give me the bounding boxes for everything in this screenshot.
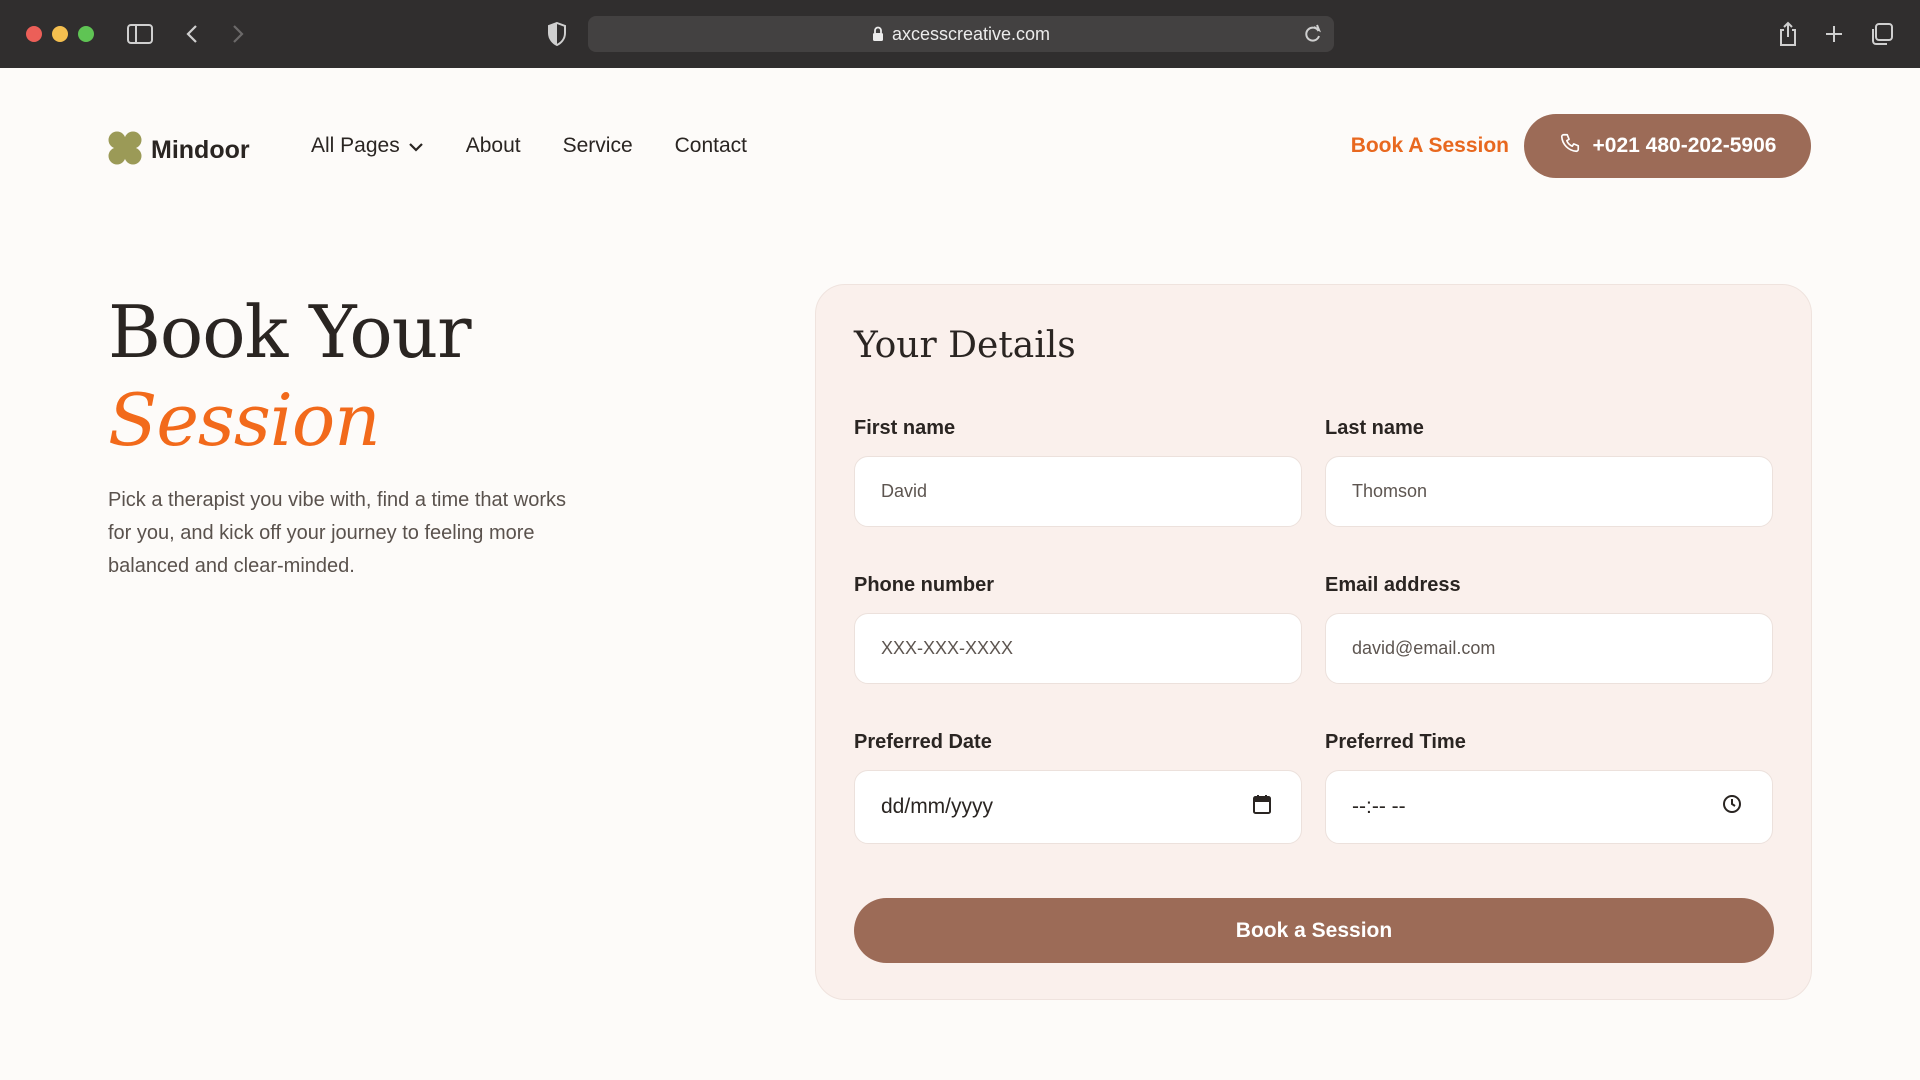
nav-item-about[interactable]: About [466,134,521,158]
form-title: Your Details [854,325,1076,366]
browser-toolbar: axcesscreative.com [0,0,1920,68]
calendar-icon[interactable] [1253,794,1271,820]
main-nav: All Pages About Service Contact [311,134,747,158]
nav-item-label: About [465,134,521,157]
email-field[interactable]: david@email.com [1325,613,1773,684]
nav-item-all-pages[interactable]: All Pages [311,134,424,158]
phone-button[interactable]: +021 480-202-5906 [1524,114,1811,178]
tab-overview-icon[interactable] [1868,20,1896,48]
email-label: Email address [1325,574,1461,596]
privacy-shield-icon[interactable] [543,20,571,48]
book-session-link[interactable]: Book A Session [1351,134,1509,158]
phone-number: +021 480-202-5906 [1592,134,1777,157]
last-name-field[interactable]: Thomson [1325,456,1773,527]
preferred-time-field[interactable]: --:-- -- [1325,770,1773,844]
last-name-label: Last name [1325,417,1424,439]
preferred-date-label: Preferred Date [854,731,992,753]
site-header: Mindoor All Pages About Service Contact … [0,68,1920,224]
minimize-window-button[interactable] [52,26,68,42]
hero-description: Pick a therapist you vibe with, find a t… [108,489,566,577]
nav-item-label: Contact [674,134,748,157]
address-bar[interactable]: axcesscreative.com [588,16,1334,52]
zoom-window-button[interactable] [78,26,94,42]
last-name-value: Thomson [1352,481,1428,501]
preferred-time-label: Preferred Time [1325,731,1466,753]
chevron-down-icon [408,134,424,158]
clock-icon[interactable] [1722,794,1742,820]
first-name-field[interactable]: David [854,456,1302,527]
url-text: axcesscreative.com [891,23,1051,44]
first-name-value: David [881,481,928,501]
sidebar-icon[interactable] [126,20,154,48]
email-value: david@email.com [1352,638,1496,658]
logo-text: Mindoor [151,136,250,164]
phone-number-value: XXX-XXX-XXXX [881,638,1014,658]
preferred-date-field[interactable]: dd/mm/yyyy [854,770,1302,844]
nav-item-label: All Pages [311,134,400,157]
title-line-1: Book Your [108,290,472,374]
nav-item-label: Service [562,134,633,157]
page-title: Book Your Session [108,288,472,464]
new-tab-icon[interactable] [1820,20,1848,48]
forward-icon[interactable] [224,20,252,48]
phone-number-label: Phone number [854,574,995,596]
phone-icon [1559,132,1581,160]
clover-logo-icon [107,130,143,171]
nav-item-service[interactable]: Service [563,134,633,158]
logo[interactable]: Mindoor [107,130,250,171]
window-controls [26,26,94,42]
preferred-date-value: dd/mm/yyyy [881,795,994,818]
phone-number-field[interactable]: XXX-XXX-XXXX [854,613,1302,684]
title-accent: Session [108,378,381,462]
preferred-time-value: --:-- -- [1352,795,1406,818]
share-icon[interactable] [1774,20,1802,48]
lock-icon [872,26,884,42]
back-icon[interactable] [178,20,206,48]
reload-icon[interactable] [1304,24,1322,44]
close-window-button[interactable] [26,26,42,42]
booking-form-card: Your Details First name David Last name … [815,284,1812,1000]
nav-item-contact[interactable]: Contact [675,134,747,158]
book-session-submit-button[interactable]: Book a Session [854,898,1774,963]
first-name-label: First name [854,417,956,439]
